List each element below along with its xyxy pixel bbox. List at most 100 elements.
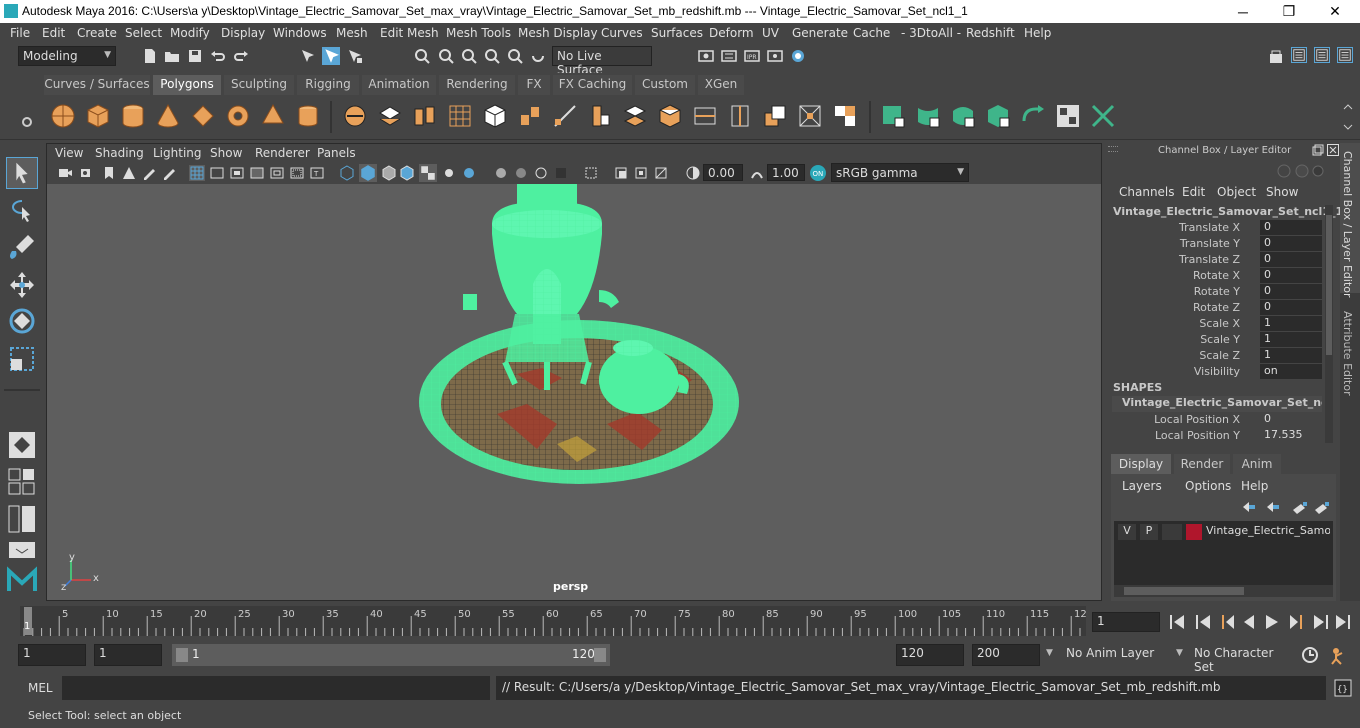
scrollbar-thumb[interactable] <box>1326 215 1332 355</box>
automatic-mapping-icon[interactable] <box>985 103 1011 129</box>
range-slider[interactable]: 1 120 <box>172 644 610 666</box>
render-frame-icon[interactable] <box>721 48 737 64</box>
separate-icon[interactable] <box>377 103 403 129</box>
menu-mesh-display[interactable]: Mesh Display <box>518 26 598 40</box>
menu-uv[interactable]: UV <box>762 26 779 40</box>
insert-edge-loop-icon[interactable] <box>727 103 753 129</box>
layer-playback-toggle[interactable]: P <box>1140 524 1158 540</box>
camera-attributes-icon[interactable] <box>79 165 95 181</box>
paint-select-tool-icon[interactable] <box>6 231 38 263</box>
four-view-layout-icon[interactable] <box>8 468 36 496</box>
rotate-tool-icon[interactable] <box>6 305 38 337</box>
channel-value[interactable]: 0 <box>1260 252 1322 267</box>
channel-scale-x[interactable]: Scale X 1 <box>1108 316 1330 332</box>
menu-surfaces[interactable]: Surfaces <box>651 26 703 40</box>
snap-grid-icon[interactable] <box>414 48 430 64</box>
playback-end-field[interactable]: 120 <box>896 644 964 666</box>
make-live-icon[interactable] <box>530 48 546 64</box>
auto-key-icon[interactable] <box>1300 645 1320 665</box>
layer-tab-render[interactable]: Render <box>1174 454 1230 474</box>
shelf-tab-animation[interactable]: Animation <box>362 75 436 95</box>
cut-uv-edges-icon[interactable] <box>1090 103 1116 129</box>
menu-modify[interactable]: Modify <box>170 26 210 40</box>
channel-visibility[interactable]: Visibility on <box>1108 364 1330 380</box>
menu-help[interactable]: Help <box>1024 26 1051 40</box>
menu-select[interactable]: Select <box>125 26 162 40</box>
save-scene-icon[interactable] <box>187 48 203 64</box>
depth-of-field-icon[interactable] <box>533 165 549 181</box>
xray-active-components-icon[interactable] <box>633 165 649 181</box>
channel-translate-y[interactable]: Translate Y 0 <box>1108 236 1330 252</box>
shelf-tab-sculpting[interactable]: Sculpting <box>224 75 294 95</box>
new-scene-icon[interactable] <box>142 48 158 64</box>
channel-rotate-y[interactable]: Rotate Y 0 <box>1108 284 1330 300</box>
grease-pencil-icon[interactable] <box>141 165 157 181</box>
toggle-channel-box-icon[interactable] <box>1337 47 1353 63</box>
view-transform-dropdown[interactable]: sRGB gamma ▼ <box>831 163 969 182</box>
channel-scale-z[interactable]: Scale Z 1 <box>1108 348 1330 364</box>
snap-point-icon[interactable] <box>461 48 477 64</box>
boolean-icon[interactable] <box>482 103 508 129</box>
channel-rotate-z[interactable]: Rotate Z 0 <box>1108 300 1330 316</box>
panel-menu-show[interactable]: Show <box>210 146 242 160</box>
xray-joints-icon[interactable] <box>613 165 629 181</box>
unfold-icon[interactable] <box>1020 103 1046 129</box>
shelf-tab-rigging[interactable]: Rigging <box>297 75 359 95</box>
close-panel-icon[interactable] <box>1327 144 1339 156</box>
uv-editor-icon[interactable] <box>1055 103 1081 129</box>
shelf-tab-custom[interactable]: Custom <box>635 75 695 95</box>
poly-sphere-icon[interactable] <box>50 103 76 129</box>
camera-select-icon[interactable] <box>57 165 73 181</box>
object-menu[interactable]: Object <box>1217 185 1256 199</box>
menu-edit-mesh[interactable]: Edit Mesh <box>380 26 439 40</box>
channel-value[interactable]: on <box>1260 364 1322 379</box>
shape-local-position-y[interactable]: Local Position Y 17.535 <box>1108 428 1330 444</box>
channels-menu[interactable]: Channels <box>1119 185 1175 199</box>
wireframe-icon[interactable] <box>339 165 355 181</box>
move-tool-icon[interactable] <box>6 269 38 301</box>
safe-action-icon[interactable] <box>289 165 305 181</box>
snap-view-plane-icon[interactable] <box>484 48 500 64</box>
workspace-icon[interactable] <box>1268 48 1284 64</box>
render-view-icon[interactable] <box>698 48 714 64</box>
chevron-down-icon[interactable]: ▼ <box>1046 648 1053 658</box>
channel-value[interactable]: 1 <box>1260 316 1322 331</box>
range-start-handle[interactable] <box>176 648 188 662</box>
channel-value[interactable]: 0 <box>1260 284 1322 299</box>
menu-display[interactable]: Display <box>221 26 265 40</box>
layer-list-hscrollbar[interactable] <box>1114 585 1333 597</box>
shelf-tab-polygons[interactable]: Polygons <box>153 75 221 95</box>
select-tool-icon[interactable] <box>6 157 38 189</box>
channel-scale-y[interactable]: Scale Y 1 <box>1108 332 1330 348</box>
menu-redshift[interactable]: Redshift <box>966 26 1015 40</box>
smooth-shade-icon[interactable] <box>359 164 377 182</box>
lasso-tool-icon[interactable] <box>6 195 38 227</box>
playback-controls[interactable] <box>1168 612 1354 632</box>
shelf-scroll-icon[interactable] <box>1342 103 1354 131</box>
multi-cut-icon[interactable] <box>552 103 578 129</box>
shape-local-position-x[interactable]: Local Position X 0 <box>1108 412 1330 428</box>
current-frame-field[interactable]: 1 <box>1092 612 1160 632</box>
outliner-layout-icon[interactable] <box>8 505 36 533</box>
poly-cone-icon[interactable] <box>155 103 181 129</box>
channel-value[interactable]: 0 <box>1260 300 1322 315</box>
graph-layout-icon[interactable] <box>8 541 36 559</box>
fill-hole-icon[interactable] <box>762 103 788 129</box>
scrollbar-thumb[interactable] <box>1124 587 1244 595</box>
poly-torus-icon[interactable] <box>225 103 251 129</box>
smooth-icon[interactable] <box>447 103 473 129</box>
channel-box-mode-icons[interactable] <box>1276 163 1324 179</box>
shelf-settings-icon[interactable] <box>20 115 34 129</box>
channel-box-side-tab[interactable]: Channel Box / Layer Editor <box>1341 151 1354 298</box>
combine-icon[interactable] <box>342 103 368 129</box>
channel-translate-x[interactable]: Translate X 0 <box>1108 220 1330 236</box>
range-end-handle[interactable] <box>594 648 606 662</box>
hypershade-icon[interactable] <box>790 48 806 64</box>
exposure-icon[interactable] <box>685 165 701 181</box>
channel-value[interactable]: 0 <box>1260 412 1322 427</box>
script-language-toggle[interactable]: MEL <box>28 681 53 695</box>
animation-start-field[interactable]: 1 <box>18 644 86 666</box>
menu-file[interactable]: File <box>10 26 30 40</box>
film-gate-icon[interactable] <box>209 165 225 181</box>
animation-end-field[interactable]: 200 <box>972 644 1040 666</box>
